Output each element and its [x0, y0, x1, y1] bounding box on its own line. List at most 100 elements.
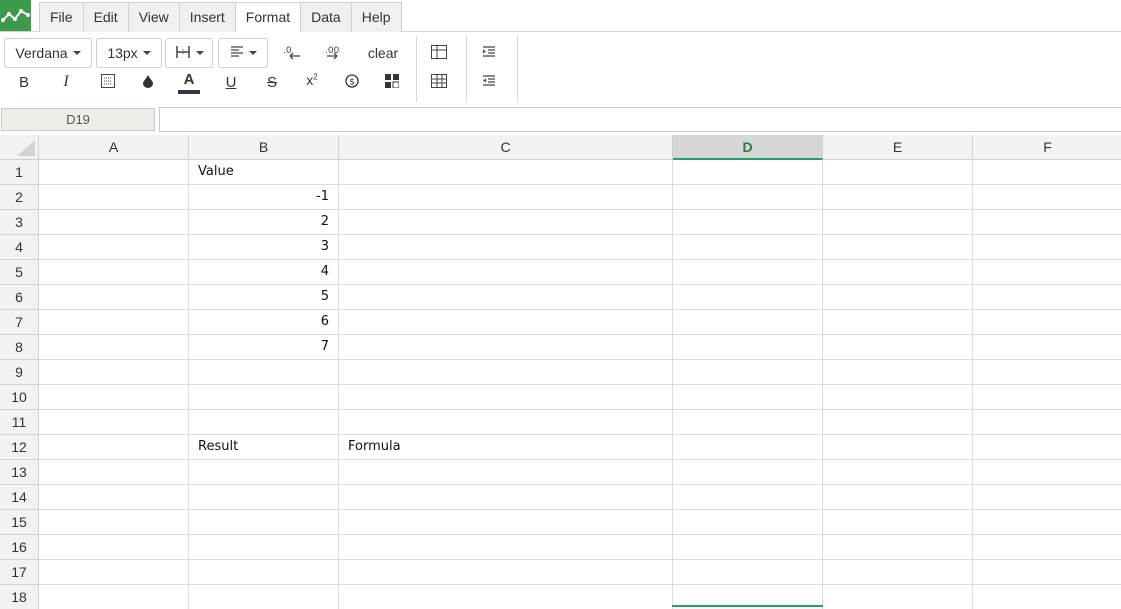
cell-e18[interactable]: [823, 585, 973, 609]
row-header-14[interactable]: 14: [0, 485, 39, 510]
row-header-16[interactable]: 16: [0, 535, 39, 560]
cell-f3[interactable]: [973, 210, 1121, 235]
cell-d15[interactable]: [673, 510, 823, 535]
borders-dropdown[interactable]: [165, 38, 213, 68]
cell-e1[interactable]: [823, 160, 973, 185]
cell-c6[interactable]: [339, 285, 673, 310]
cell-a7[interactable]: [39, 310, 189, 335]
cell-c11[interactable]: [339, 410, 673, 435]
cell-e14[interactable]: [823, 485, 973, 510]
row-header-7[interactable]: 7: [0, 310, 39, 335]
cell-a11[interactable]: [39, 410, 189, 435]
cell-d6[interactable]: [673, 285, 823, 310]
column-header-e[interactable]: E: [823, 135, 973, 160]
cell-b12[interactable]: Result: [189, 435, 339, 460]
cell-b17[interactable]: [189, 560, 339, 585]
cell-f4[interactable]: [973, 235, 1121, 260]
row-header-3[interactable]: 3: [0, 210, 39, 235]
row-header-13[interactable]: 13: [0, 460, 39, 485]
cell-d12[interactable]: [673, 435, 823, 460]
cell-a5[interactable]: [39, 260, 189, 285]
cell-b18[interactable]: [189, 585, 339, 609]
currency-button[interactable]: $: [339, 70, 365, 94]
row-header-12[interactable]: 12: [0, 435, 39, 460]
cell-b14[interactable]: [189, 485, 339, 510]
cell-d10[interactable]: [673, 385, 823, 410]
cell-c8[interactable]: [339, 335, 673, 360]
cell-f14[interactable]: [973, 485, 1121, 510]
cell-b9[interactable]: [189, 360, 339, 385]
cell-c7[interactable]: [339, 310, 673, 335]
cell-e10[interactable]: [823, 385, 973, 410]
row-header-2[interactable]: 2: [0, 185, 39, 210]
cell-c18[interactable]: [339, 585, 673, 609]
cell-f16[interactable]: [973, 535, 1121, 560]
cell-f17[interactable]: [973, 560, 1121, 585]
strikethrough-button[interactable]: S: [259, 70, 285, 94]
cell-background-button[interactable]: [95, 70, 121, 94]
cell-d16[interactable]: [673, 535, 823, 560]
menu-edit[interactable]: Edit: [82, 2, 128, 32]
row-header-6[interactable]: 6: [0, 285, 39, 310]
cell-b10[interactable]: [189, 385, 339, 410]
cell-a12[interactable]: [39, 435, 189, 460]
cell-c17[interactable]: [339, 560, 673, 585]
cell-d17[interactable]: [673, 560, 823, 585]
row-header-15[interactable]: 15: [0, 510, 39, 535]
cell-c10[interactable]: [339, 385, 673, 410]
row-header-18[interactable]: 18: [0, 585, 39, 609]
cell-a9[interactable]: [39, 360, 189, 385]
cell-d1[interactable]: [673, 160, 823, 185]
cell-c13[interactable]: [339, 460, 673, 485]
cell-f11[interactable]: [973, 410, 1121, 435]
cell-b1[interactable]: Value: [189, 160, 339, 185]
cell-c4[interactable]: [339, 235, 673, 260]
column-header-a[interactable]: A: [39, 135, 189, 160]
bold-button[interactable]: B: [11, 70, 37, 94]
name-box[interactable]: D19: [1, 108, 155, 131]
cell-e13[interactable]: [823, 460, 973, 485]
cell-f10[interactable]: [973, 385, 1121, 410]
cell-e9[interactable]: [823, 360, 973, 385]
column-header-f[interactable]: F: [973, 135, 1121, 160]
cell-f18[interactable]: [973, 585, 1121, 609]
cell-d9[interactable]: [673, 360, 823, 385]
cell-e11[interactable]: [823, 410, 973, 435]
cell-d14[interactable]: [673, 485, 823, 510]
cell-f12[interactable]: [973, 435, 1121, 460]
cell-e3[interactable]: [823, 210, 973, 235]
text-color-button[interactable]: A: [176, 70, 202, 96]
cell-f8[interactable]: [973, 335, 1121, 360]
cell-a17[interactable]: [39, 560, 189, 585]
cell-e7[interactable]: [823, 310, 973, 335]
italic-button[interactable]: I: [53, 70, 79, 94]
row-header-17[interactable]: 17: [0, 560, 39, 585]
cell-b6[interactable]: 5: [189, 285, 339, 310]
menu-insert[interactable]: Insert: [178, 2, 235, 32]
cell-c14[interactable]: [339, 485, 673, 510]
cell-c5[interactable]: [339, 260, 673, 285]
formula-input[interactable]: [159, 107, 1121, 132]
cell-c3[interactable]: [339, 210, 673, 235]
cell-e4[interactable]: [823, 235, 973, 260]
menu-file[interactable]: File: [39, 2, 83, 32]
superscript-button[interactable]: x2: [299, 68, 325, 92]
cell-e17[interactable]: [823, 560, 973, 585]
cell-c1[interactable]: [339, 160, 673, 185]
cell-a1[interactable]: [39, 160, 189, 185]
decrease-decimals-button[interactable]: .0: [279, 41, 305, 65]
font-size-dropdown[interactable]: 13px: [96, 38, 162, 68]
cell-c12[interactable]: Formula: [339, 435, 673, 460]
row-header-10[interactable]: 10: [0, 385, 39, 410]
cell-f7[interactable]: [973, 310, 1121, 335]
cell-e15[interactable]: [823, 510, 973, 535]
cell-a18[interactable]: [39, 585, 189, 609]
fill-color-button[interactable]: [135, 70, 161, 94]
row-header-1[interactable]: 1: [0, 160, 39, 185]
table-button[interactable]: [426, 41, 452, 65]
cell-d8[interactable]: [673, 335, 823, 360]
cell-e6[interactable]: [823, 285, 973, 310]
outdent-button[interactable]: [476, 70, 502, 94]
cell-d7[interactable]: [673, 310, 823, 335]
column-header-d[interactable]: D: [673, 135, 823, 160]
